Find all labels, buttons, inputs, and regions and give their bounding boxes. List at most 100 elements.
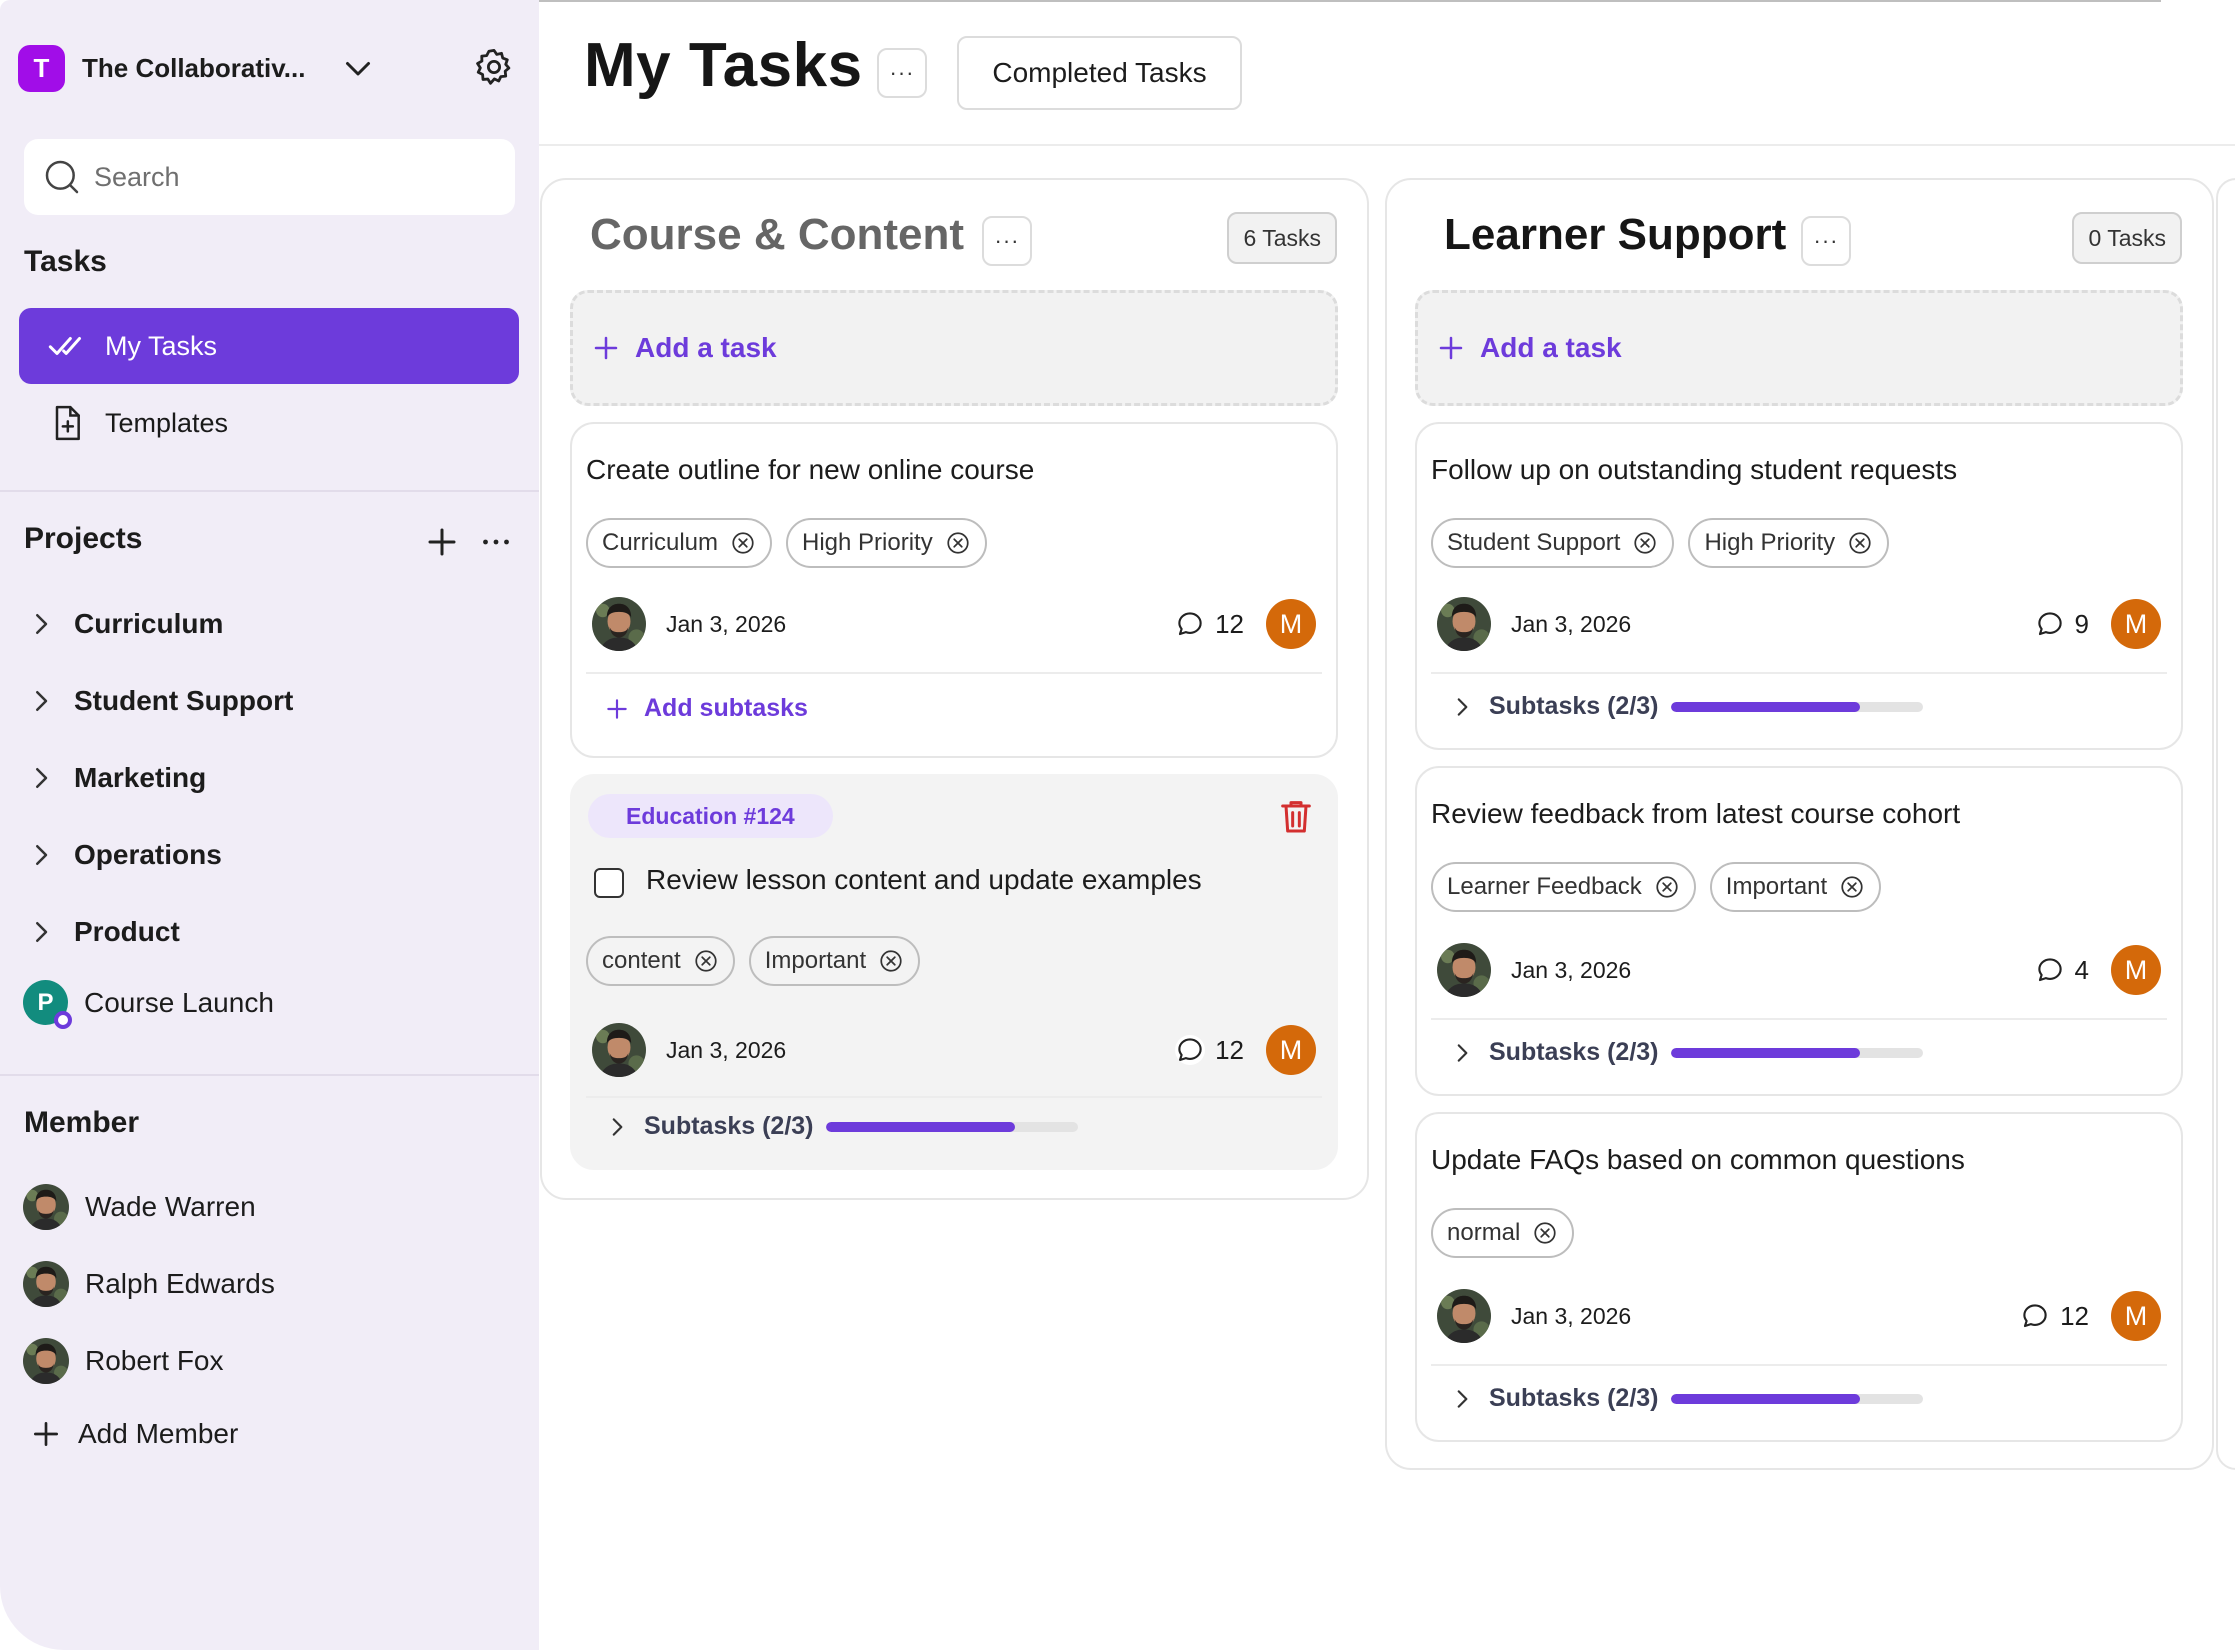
- remove-tag-icon[interactable]: [1847, 530, 1873, 556]
- member-item[interactable]: Ralph Edwards: [23, 1261, 275, 1307]
- comment-count[interactable]: 12: [1175, 1035, 1244, 1066]
- tag: Curriculum: [586, 518, 773, 568]
- comment-count[interactable]: 12: [1175, 609, 1244, 640]
- remove-tag-icon[interactable]: [1632, 530, 1658, 556]
- remove-tag-icon[interactable]: [730, 530, 756, 556]
- project-label: Course Launch: [84, 986, 274, 1018]
- subtasks-toggle[interactable]: Subtasks (2/3): [1449, 692, 1923, 721]
- column-title: Course & Content: [590, 210, 964, 259]
- card-divider: [1431, 1018, 2167, 1020]
- member-item[interactable]: Robert Fox: [23, 1338, 224, 1384]
- task-card[interactable]: Review feedback from latest course cohor…: [1415, 766, 2183, 1096]
- trash-icon[interactable]: [1276, 794, 1316, 838]
- subtasks-label: Subtasks (2/3): [1489, 692, 1659, 720]
- tag-list: Curriculum High Priority: [586, 518, 987, 568]
- card-divider: [586, 1096, 1322, 1098]
- remove-tag-icon[interactable]: [878, 948, 904, 974]
- tag-list: Learner Feedback Important: [1431, 862, 1882, 912]
- task-card[interactable]: Create outline for new online course Cur…: [570, 422, 1338, 758]
- subtasks-label: Subtasks (2/3): [1489, 1384, 1659, 1412]
- subtasks-label: Subtasks (2/3): [644, 1112, 814, 1140]
- search-input[interactable]: [94, 161, 494, 193]
- more-horizontal-icon[interactable]: [478, 524, 514, 560]
- task-title: Review lesson content and update example…: [646, 864, 1202, 895]
- page-more-button[interactable]: ···: [877, 48, 927, 98]
- assignee-avatar: M: [2111, 1291, 2161, 1341]
- column-title: Learner Support: [1444, 210, 1787, 259]
- add-project-icon[interactable]: [424, 524, 460, 560]
- task-checkbox[interactable]: [594, 868, 624, 898]
- task-card[interactable]: Education #124 Review lesson content and…: [570, 774, 1338, 1170]
- add-task-button[interactable]: Add a task: [1415, 290, 2183, 406]
- add-member-button[interactable]: Add Member: [30, 1418, 238, 1450]
- chevron-right-icon: [1449, 1040, 1475, 1066]
- header-divider: [539, 144, 2235, 146]
- plus-icon: [30, 1418, 62, 1450]
- project-item-course-launch[interactable]: P Course Launch: [23, 980, 274, 1029]
- search-box[interactable]: [24, 139, 515, 215]
- sidebar-item-templates[interactable]: Templates: [19, 385, 519, 461]
- task-meta: Jan 3, 2026 12 M: [1437, 1288, 2161, 1344]
- subtasks-toggle[interactable]: Subtasks (2/3): [1449, 1038, 1923, 1067]
- chevron-right-icon: [26, 917, 56, 947]
- remove-tag-icon[interactable]: [693, 948, 719, 974]
- task-title: Create outline for new online course: [586, 454, 1035, 485]
- gear-icon[interactable]: [473, 46, 515, 88]
- comment-count[interactable]: 9: [2035, 609, 2089, 640]
- remove-tag-icon[interactable]: [1532, 1220, 1558, 1246]
- assignee-avatar: M: [2111, 599, 2161, 649]
- column-more-button[interactable]: ···: [1801, 216, 1851, 266]
- due-date: Jan 3, 2026: [666, 610, 787, 637]
- sidebar-divider: [0, 490, 539, 492]
- project-item-curriculum[interactable]: Curriculum: [26, 599, 223, 649]
- task-title: Review feedback from latest course cohor…: [1431, 798, 1961, 829]
- subtasks-progress: [1670, 1393, 1923, 1404]
- due-date: Jan 3, 2026: [1511, 610, 1632, 637]
- chevron-right-icon: [604, 1114, 630, 1140]
- assignee-avatar: M: [2111, 945, 2161, 995]
- tag-list: normal: [1431, 1208, 1575, 1258]
- add-task-button[interactable]: Add a task: [570, 290, 1338, 406]
- project-label: Curriculum: [74, 608, 224, 639]
- avatar: [1437, 597, 1491, 651]
- project-item-operations[interactable]: Operations: [26, 830, 222, 880]
- project-item-product[interactable]: Product: [26, 907, 180, 957]
- project-label: Operations: [74, 839, 222, 870]
- completed-tasks-button[interactable]: Completed Tasks: [957, 36, 1242, 110]
- project-item-student-support[interactable]: Student Support: [26, 676, 293, 726]
- comment-count[interactable]: 12: [2020, 1301, 2089, 1332]
- sidebar-item-label: Templates: [105, 407, 229, 438]
- add-member-label: Add Member: [78, 1418, 239, 1449]
- chevron-right-icon: [26, 686, 56, 716]
- member-name: Ralph Edwards: [85, 1268, 275, 1299]
- member-item[interactable]: Wade Warren: [23, 1184, 256, 1230]
- subtasks-label: Subtasks (2/3): [1489, 1038, 1659, 1066]
- sidebar-item-my-tasks[interactable]: My Tasks: [19, 308, 519, 384]
- tag: Student Support: [1431, 518, 1675, 568]
- remove-tag-icon[interactable]: [1839, 874, 1865, 900]
- due-date: Jan 3, 2026: [1511, 956, 1632, 983]
- due-date: Jan 3, 2026: [666, 1036, 787, 1063]
- remove-tag-icon[interactable]: [945, 530, 971, 556]
- avatar: [592, 1023, 646, 1077]
- subtasks-progress: [1670, 1047, 1923, 1058]
- column-more-button[interactable]: ···: [982, 216, 1032, 266]
- comment-count[interactable]: 4: [2035, 955, 2089, 986]
- task-card[interactable]: Follow up on outstanding student request…: [1415, 422, 2183, 750]
- task-meta: Jan 3, 2026 9 M: [1437, 596, 2161, 652]
- task-meta: Jan 3, 2026 4 M: [1437, 942, 2161, 998]
- add-subtasks-button[interactable]: Add subtasks: [604, 694, 808, 723]
- task-card[interactable]: Update FAQs based on common questions no…: [1415, 1112, 2183, 1442]
- member-section-title: Member: [24, 1106, 140, 1139]
- subtasks-toggle[interactable]: Subtasks (2/3): [1449, 1384, 1923, 1413]
- comment-icon: [1175, 609, 1205, 639]
- chevron-down-icon[interactable]: [340, 50, 376, 86]
- remove-tag-icon[interactable]: [1654, 874, 1680, 900]
- project-item-marketing[interactable]: Marketing: [26, 753, 206, 803]
- workspace-switcher[interactable]: T The Collaborativ...: [18, 42, 523, 94]
- plus-icon: [591, 333, 621, 363]
- status-dot: [54, 1011, 72, 1029]
- tag: Learner Feedback: [1431, 862, 1696, 912]
- tag-list: content Important: [586, 936, 921, 986]
- subtasks-toggle[interactable]: Subtasks (2/3): [604, 1112, 1078, 1141]
